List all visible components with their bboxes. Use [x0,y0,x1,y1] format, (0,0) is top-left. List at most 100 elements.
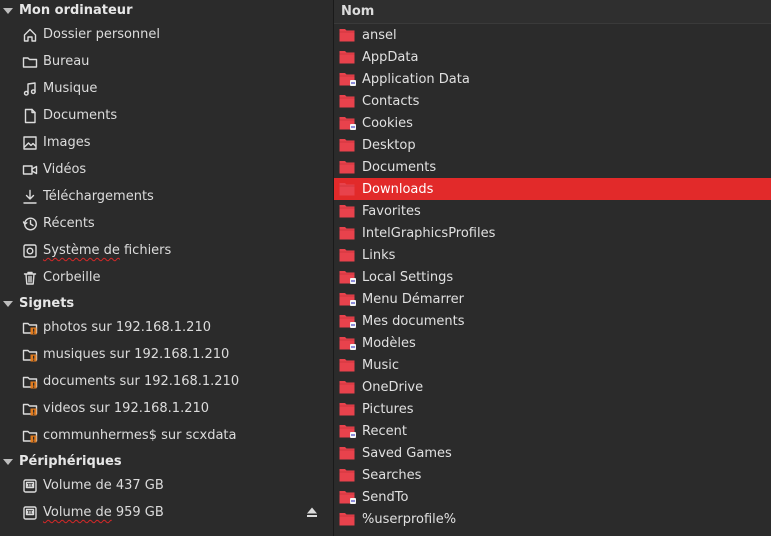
file-list: Nom ansel AppData Application Data Contacts… [334,0,771,536]
sidebar-item-computer-1[interactable]: Bureau [0,48,333,75]
folder-icon [339,468,355,482]
file-row[interactable]: Contacts [334,90,771,112]
music-note-icon [21,80,38,97]
sidebar-item-computer-8[interactable]: Système de fichiers [0,237,333,264]
sidebar-item-bookmark-2[interactable]: documents sur 192.168.1.210 [0,368,333,395]
folder-icon [339,402,355,416]
folder-icon [339,160,355,174]
file-row[interactable]: Saved Games [334,442,771,464]
eject-icon[interactable] [306,506,318,518]
folder-icon [339,28,355,42]
folder-icon [339,182,355,196]
section-title: Signets [19,296,75,311]
sidebar-item-label: communhermes$ sur scxdata [43,428,237,443]
folder-icon [339,204,355,218]
column-header-name[interactable]: Nom [334,0,771,24]
section-title: Périphériques [19,454,122,469]
file-row[interactable]: SendTo [334,486,771,508]
file-row[interactable]: ansel [334,24,771,46]
sidebar-item-device-0[interactable]: Volume de 437 GB [0,472,333,499]
sidebar-item-bookmark-0[interactable]: photos sur 192.168.1.210 [0,314,333,341]
video-icon [21,161,38,178]
file-row[interactable]: Links [334,244,771,266]
file-row[interactable]: Downloads [334,178,771,200]
sidebar-item-label: Images [43,135,91,150]
sidebar-item-computer-7[interactable]: Récents [0,210,333,237]
column-header-label: Nom [341,4,375,19]
folder-icon [339,446,355,460]
folder-icon [339,138,355,152]
file-name: Downloads [362,181,434,197]
section-computer[interactable]: Mon ordinateur [0,0,333,21]
file-name: Music [362,357,399,373]
sidebar-item-label: Récents [43,216,95,231]
sidebar-item-device-1[interactable]: Volume de 959 GB [0,499,333,526]
sidebar-item-label: Dossier personnel [43,27,161,42]
folder-link-icon [339,292,356,306]
sidebar-item-label: Corbeille [43,270,101,285]
file-name: Application Data [362,71,470,87]
file-name: Menu Démarrer [362,291,464,307]
folder-icon [339,512,355,526]
file-row[interactable]: OneDrive [334,376,771,398]
file-name: Mes documents [362,313,465,329]
network-folder-icon [21,346,38,363]
file-name: Recent [362,423,407,439]
sidebar-item-label: Bureau [43,54,90,69]
sidebar-item-computer-2[interactable]: Musique [0,75,333,102]
file-name: Pictures [362,401,414,417]
file-row[interactable]: Cookies [334,112,771,134]
network-folder-icon [21,400,38,417]
section-devices[interactable]: Périphériques [0,451,333,472]
file-row[interactable]: Documents [334,156,771,178]
collapse-triangle-icon[interactable] [3,299,13,309]
file-row[interactable]: %userprofile% [334,508,771,530]
file-row[interactable]: Recent [334,420,771,442]
file-row[interactable]: Music [334,354,771,376]
file-row[interactable]: Mes documents [334,310,771,332]
sidebar-item-label: Volume de 437 GB [43,478,164,493]
file-row[interactable]: Modèles [334,332,771,354]
folder-link-icon [339,314,356,328]
sidebar-item-computer-6[interactable]: Téléchargements [0,183,333,210]
trash-icon [21,269,38,286]
folder-icon [339,50,355,64]
folder-icon [339,358,355,372]
sidebar-item-computer-4[interactable]: Images [0,129,333,156]
folder-link-icon [339,116,356,130]
sidebar-item-computer-5[interactable]: Vidéos [0,156,333,183]
folder-link-icon [339,72,356,86]
file-row[interactable]: Application Data [334,68,771,90]
file-name: Documents [362,159,437,175]
file-row[interactable]: Menu Démarrer [334,288,771,310]
sidebar-item-computer-9[interactable]: Corbeille [0,264,333,291]
file-row[interactable]: Local Settings [334,266,771,288]
download-icon [21,188,38,205]
sidebar-item-label: photos sur 192.168.1.210 [43,320,211,335]
file-name: Saved Games [362,445,452,461]
sidebar-item-bookmark-4[interactable]: communhermes$ sur scxdata [0,422,333,449]
section-bookmarks[interactable]: Signets [0,293,333,314]
document-icon [21,107,38,124]
collapse-triangle-icon[interactable] [3,457,13,467]
folder-icon [339,380,355,394]
collapse-triangle-icon[interactable] [3,6,13,16]
file-row[interactable]: Favorites [334,200,771,222]
sidebar-item-computer-3[interactable]: Documents [0,102,333,129]
sidebar-item-computer-0[interactable]: Dossier personnel [0,21,333,48]
file-name: Links [362,247,396,263]
file-name: %userprofile% [362,511,457,527]
sidebar-item-bookmark-3[interactable]: videos sur 192.168.1.210 [0,395,333,422]
file-name: Modèles [362,335,416,351]
file-row[interactable]: Searches [334,464,771,486]
file-row[interactable]: IntelGraphicsProfiles [334,222,771,244]
folder-link-icon [339,336,356,350]
drive-icon [21,242,38,259]
network-folder-icon [21,427,38,444]
sidebar-item-bookmark-1[interactable]: musiques sur 192.168.1.210 [0,341,333,368]
file-row[interactable]: Pictures [334,398,771,420]
sidebar-item-label: Système de fichiers [43,243,172,258]
section-title: Mon ordinateur [19,3,133,18]
file-row[interactable]: Desktop [334,134,771,156]
file-row[interactable]: AppData [334,46,771,68]
